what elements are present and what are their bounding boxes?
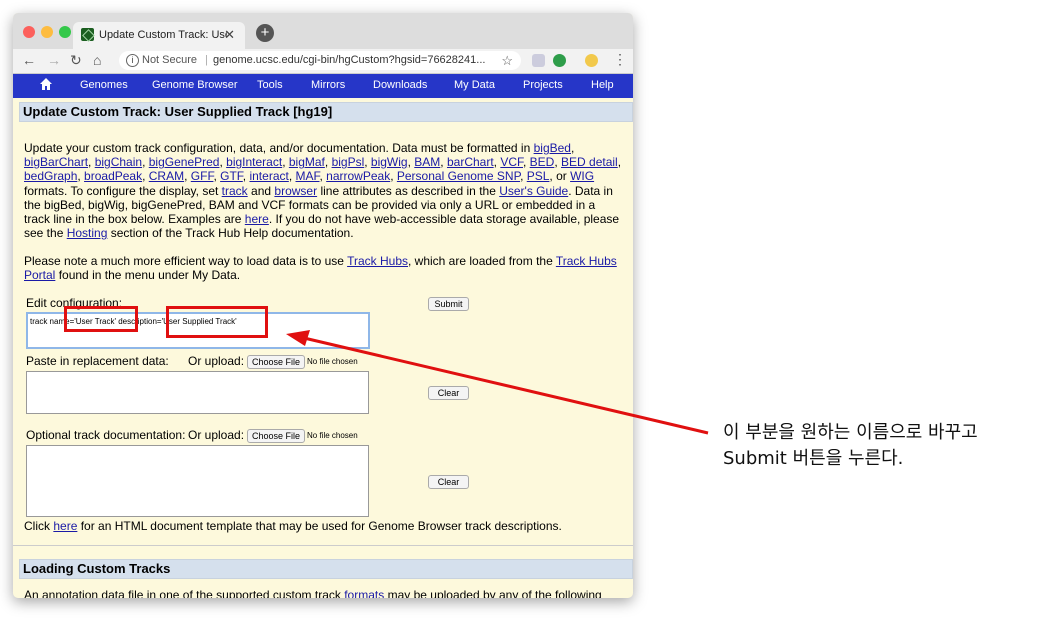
annotation-line-1: 이 부분을 원하는 이름으로 바꾸고 bbox=[723, 422, 978, 443]
annotation-arrow bbox=[286, 330, 709, 435]
annotation-line-2: Submit 버튼을 누른다. bbox=[723, 448, 904, 469]
annotation-text: 이 부분을 원하는 이름으로 바꾸고 Submit 버튼을 누른다. bbox=[723, 420, 978, 472]
